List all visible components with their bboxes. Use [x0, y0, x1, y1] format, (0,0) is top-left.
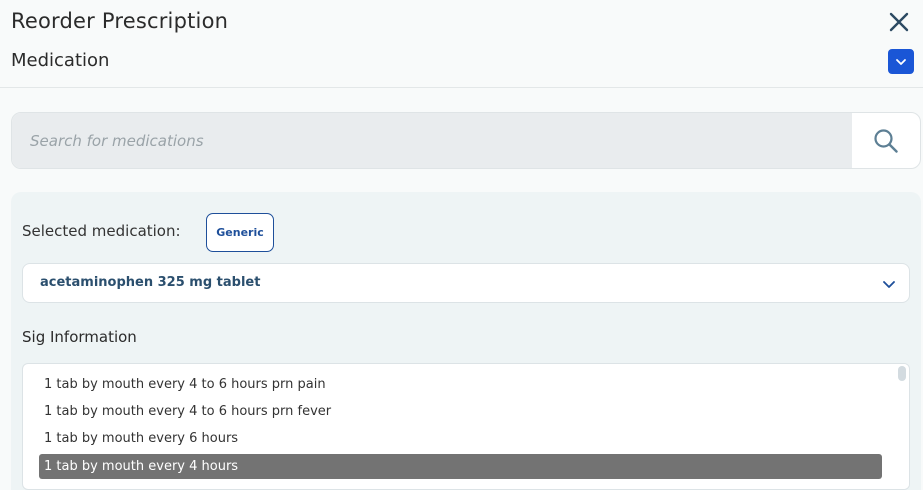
- modal-header: Reorder Prescription Medication: [0, 0, 923, 88]
- sig-list[interactable]: 1 tab by mouth every 4 to 6 hours prn pa…: [22, 363, 910, 490]
- sig-option-selected[interactable]: 1 tab by mouth every 4 hours: [39, 454, 882, 479]
- chevron-down-icon: [896, 58, 906, 65]
- search-input[interactable]: [12, 113, 852, 168]
- sig-option[interactable]: 1 tab by mouth every 6 hours: [39, 426, 882, 451]
- close-button[interactable]: [884, 8, 914, 36]
- scroll-thumb[interactable]: [898, 366, 906, 381]
- search-icon: [874, 128, 898, 153]
- generic-badge[interactable]: Generic: [206, 213, 274, 252]
- selected-medication-label: Selected medication:: [22, 222, 181, 240]
- collapse-button[interactable]: [888, 49, 914, 74]
- medication-panel: Selected medication: Generic acetaminoph…: [11, 192, 921, 490]
- sig-list-scrollbar[interactable]: [895, 364, 909, 489]
- sig-information-title: Sig Information: [22, 328, 137, 346]
- medication-select-value: acetaminophen 325 mg tablet: [40, 275, 261, 290]
- search-box: [11, 112, 921, 169]
- medication-select[interactable]: acetaminophen 325 mg tablet: [22, 263, 910, 303]
- close-icon: [889, 12, 909, 32]
- sig-option[interactable]: 1 tab by mouth every 4 to 6 hours prn pa…: [39, 372, 882, 397]
- section-title: Medication: [11, 50, 110, 71]
- page-title: Reorder Prescription: [11, 9, 229, 33]
- chevron-down-icon: [883, 281, 895, 288]
- search-button[interactable]: [852, 113, 920, 168]
- sig-option[interactable]: 1 tab by mouth every 4 to 6 hours prn fe…: [39, 399, 882, 424]
